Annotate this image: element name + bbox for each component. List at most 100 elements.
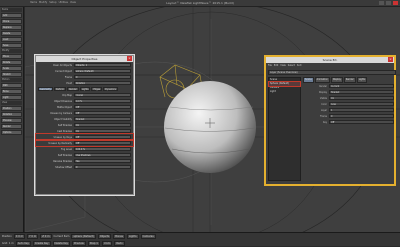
tab-dynamics[interactable]: Dynamics	[103, 87, 118, 91]
toolbar-button[interactable]: Scale	[1, 66, 22, 71]
scene-editor-toolbar: File Edit View Select Sort	[266, 63, 394, 68]
scene-header-dropdown[interactable]: Layer (Scene Overview)	[268, 70, 396, 75]
auto-key-button[interactable]: Auto Key	[15, 241, 31, 246]
toolbar-button[interactable]: Save	[1, 43, 22, 48]
property-value[interactable]: On	[329, 96, 394, 100]
menu-item[interactable]: Modify	[39, 1, 47, 4]
close-icon[interactable]: ×	[388, 57, 393, 62]
undo-button[interactable]: Undo	[101, 241, 113, 246]
toolbar-item[interactable]: Sort	[297, 64, 302, 67]
toolbar-button[interactable]: Replace	[1, 25, 22, 30]
panel-title-bar[interactable]: Object Properties ×	[36, 56, 133, 62]
minimize-icon[interactable]	[379, 1, 384, 5]
bottom-controls: Position X 0 m Y 0 m Z 0 m Current Item …	[0, 232, 400, 246]
property-value[interactable]: On	[74, 123, 131, 127]
position-label: Position	[2, 235, 12, 238]
toolbar-item[interactable]: View	[280, 64, 285, 67]
preview-button[interactable]: Preview	[72, 241, 86, 246]
toolbar-button[interactable]: Path	[1, 83, 22, 88]
menu-item[interactable]: Items	[30, 1, 37, 4]
property-value[interactable]: Off	[74, 141, 131, 145]
property-value[interactable]: Gray	[329, 102, 394, 106]
property-label[interactable]: Clear All Objects	[38, 64, 72, 67]
toolbar-button[interactable]: Clone	[1, 19, 22, 24]
tab-lights[interactable]: Lights	[356, 77, 368, 83]
y-field[interactable]: Y 0 m	[27, 234, 39, 239]
property-value[interactable]: Yes	[74, 159, 131, 163]
property-value[interactable]: 0	[329, 114, 394, 118]
property-value[interactable]: (none)	[74, 93, 131, 97]
current-object-dropdown[interactable]: sphere (Default)	[74, 69, 131, 73]
property-value[interactable]: Off	[74, 111, 131, 115]
toolbar-item[interactable]: Select	[288, 64, 295, 67]
toolbar-button[interactable]: Render	[1, 124, 22, 129]
toolbar-item[interactable]: File	[268, 64, 272, 67]
toolbar-button[interactable]: Stretch	[1, 72, 22, 77]
x-field[interactable]: X 0 m	[13, 234, 26, 239]
scene-item-list: Scene Sphere (Default) Camera Light	[268, 77, 301, 181]
tab-display[interactable]: Display	[330, 77, 343, 83]
property-label: Visible	[319, 96, 327, 100]
property-label: Layer	[320, 108, 327, 112]
create-key-button[interactable]: Create Key	[32, 241, 51, 246]
cameras-button[interactable]: Cameras	[140, 234, 156, 239]
step-field[interactable]: Step 1	[87, 241, 100, 246]
property-value[interactable]: Off	[74, 105, 131, 109]
menu-item[interactable]: View	[70, 1, 76, 4]
bones-button[interactable]: Bones	[113, 234, 125, 239]
list-item[interactable]: Light	[269, 90, 300, 94]
property-value[interactable]: 100.0 %	[74, 147, 131, 151]
property-value[interactable]: Shaded	[74, 117, 131, 121]
property-value[interactable]: 0	[74, 75, 131, 79]
panel-title-bar[interactable]: Scene Ed. ×	[266, 57, 394, 63]
toolbar-button[interactable]: Load	[1, 37, 22, 42]
property-value[interactable]: Use Shadows	[74, 153, 131, 157]
close-icon[interactable]	[393, 1, 398, 5]
scene-editor-panel: Scene Ed. × File Edit View Select Sort L…	[264, 55, 396, 186]
property-value[interactable]: Off	[74, 135, 131, 139]
toolbar-button[interactable]: Rotate	[1, 60, 22, 65]
property-value[interactable]: Objects: 1	[74, 63, 131, 67]
property-label: Frame	[320, 114, 327, 118]
property-value[interactable]: On	[74, 129, 131, 133]
window-controls	[379, 1, 398, 5]
tab-edges[interactable]: Edges	[91, 87, 103, 91]
close-icon[interactable]: ×	[127, 56, 132, 61]
property-value[interactable]: Rotation	[74, 81, 131, 85]
menu-item[interactable]: Setup	[49, 1, 56, 4]
property-value[interactable]: Shaded	[329, 90, 394, 94]
property-value[interactable]: Current	[329, 84, 394, 88]
tab-render[interactable]: Render	[67, 87, 79, 91]
property-value[interactable]: 1	[329, 108, 394, 112]
menu-item[interactable]: Utilities	[59, 1, 68, 4]
toolbar-button[interactable]: Move	[1, 54, 22, 59]
tab-scene[interactable]: Scene	[303, 77, 314, 83]
toolbar-button[interactable]: Delete	[1, 31, 22, 36]
objects-button[interactable]: Objects	[97, 234, 112, 239]
toolbar-button[interactable]: Options	[1, 130, 22, 135]
property-label: Shadow Offset	[55, 165, 72, 169]
property-label: Object Dissolve	[54, 99, 72, 103]
delete-key-button[interactable]: Delete Key	[52, 241, 71, 246]
maximize-icon[interactable]	[386, 1, 391, 5]
current-item-dropdown[interactable]: sphere (Default)	[71, 234, 96, 239]
property-value[interactable]: Off	[329, 120, 394, 124]
toolbar-button[interactable]: Preview	[1, 118, 22, 123]
tab-deform[interactable]: Deform	[53, 87, 67, 91]
toolbar-button[interactable]: Rotation	[1, 112, 22, 117]
property-value[interactable]: 0	[74, 165, 131, 169]
z-field[interactable]: Z 0 m	[40, 234, 52, 239]
toolbar-button[interactable]: Add	[1, 13, 22, 18]
toolbar-button[interactable]: Light	[1, 95, 22, 100]
tab-render[interactable]: Render	[343, 77, 356, 83]
toolbar-button[interactable]: Bone	[1, 89, 22, 94]
grid-label: Grid: 1 m	[2, 242, 14, 245]
tab-lights[interactable]: Lights	[79, 87, 91, 91]
redo-button[interactable]: Redo	[114, 241, 125, 246]
toolbar-item[interactable]: Edit	[274, 64, 278, 67]
tab-animation[interactable]: Animation	[314, 77, 330, 83]
lights-button[interactable]: Lights	[126, 234, 139, 239]
property-value[interactable]: 0.0 %	[74, 99, 131, 103]
tab-geometry[interactable]: Geometry	[38, 87, 53, 91]
toolbar-button[interactable]: Position	[1, 106, 22, 111]
